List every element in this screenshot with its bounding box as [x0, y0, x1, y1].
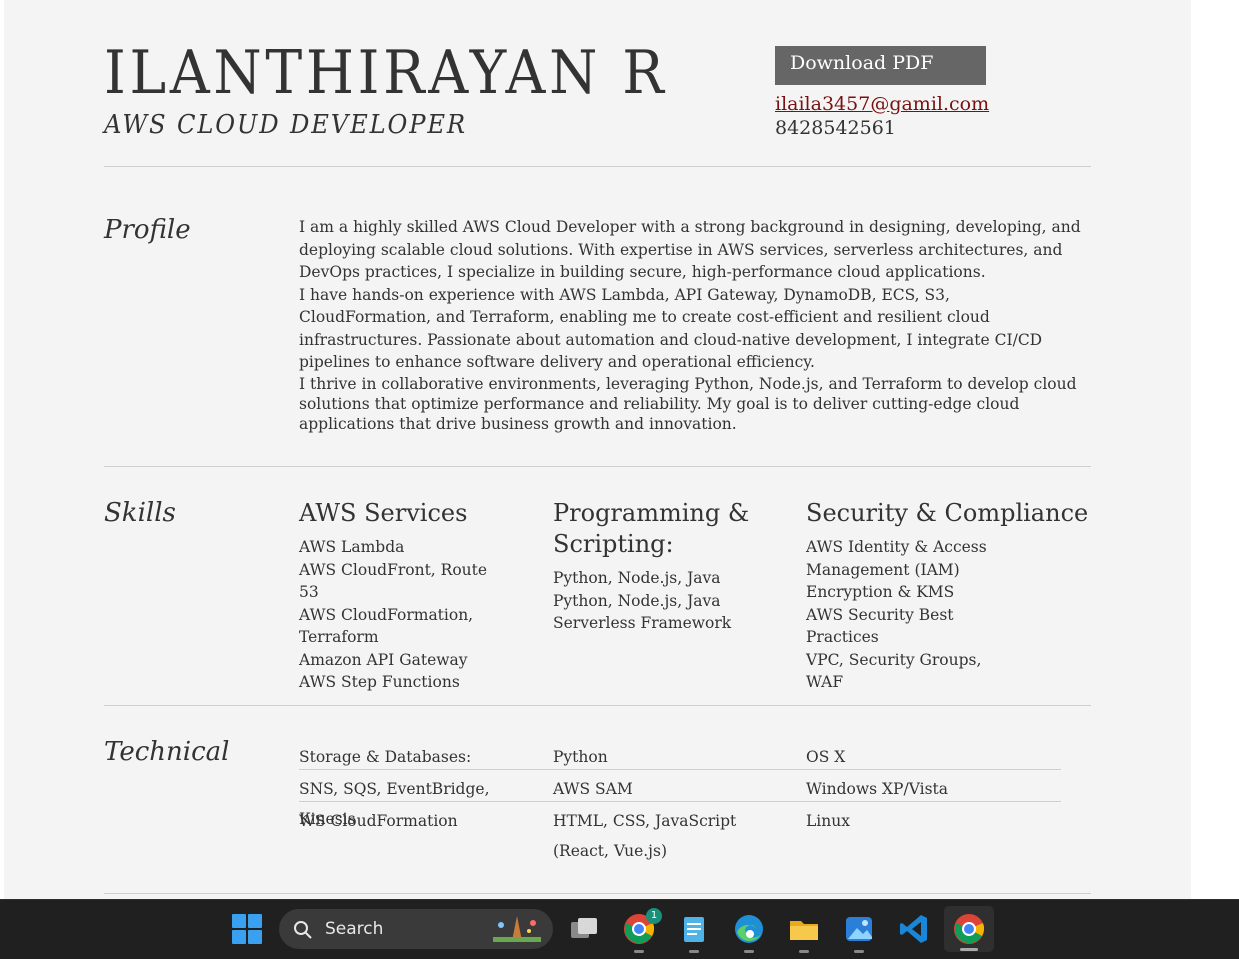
running-indicator	[799, 950, 809, 953]
profile-paragraph: I have hands-on experience with AWS Lamb…	[299, 285, 1043, 372]
table-row: SNS, SQS, EventBridge, Kinesis AWS SAM W…	[299, 770, 1061, 828]
skills-title: Skills	[104, 498, 176, 528]
skill-item: Python, Node.js, Java	[553, 569, 721, 587]
skill-list-programming: Python, Node.js, Java Python, Node.js, J…	[553, 567, 783, 635]
running-indicator	[634, 950, 644, 953]
phone-number: 8428542561	[775, 117, 896, 139]
profile-title: Profile	[104, 215, 191, 245]
file-explorer-icon[interactable]	[787, 912, 821, 953]
table-row: WS CloudFormation HTML, CSS, JavaScript …	[299, 802, 1061, 862]
candidate-name: ILANTHIRAYAN R	[104, 38, 668, 108]
skill-heading-security: Security & Compliance	[806, 499, 1089, 527]
chrome-icon[interactable]: 1	[622, 908, 662, 953]
skill-item: Amazon API Gateway	[299, 650, 468, 669]
running-indicator	[854, 950, 864, 953]
running-indicator	[744, 950, 754, 953]
divider	[104, 705, 1091, 706]
skill-item: AWS Identity & Access Management (IAM)	[806, 538, 987, 579]
edge-icon[interactable]	[732, 912, 766, 953]
resume-page: ILANTHIRAYAN R AWS CLOUD DEVELOPER Downl…	[4, 0, 1191, 899]
skill-item: Serverless Framework	[553, 614, 732, 632]
skill-heading-aws: AWS Services	[299, 499, 468, 527]
running-indicator	[689, 950, 699, 953]
email-link[interactable]: ilaila3457@gamil.com	[775, 93, 989, 115]
windows-start-icon[interactable]	[230, 912, 264, 946]
table-cell: Python	[553, 748, 608, 766]
skill-heading-programming: Programming & Scripting:	[553, 499, 750, 558]
table-cell: Linux	[806, 812, 850, 830]
skill-item: AWS Security Best Practices	[806, 605, 954, 647]
table-cell: AWS SAM	[553, 780, 633, 798]
table-cell: WS CloudFormation	[299, 812, 458, 830]
table-cell: Storage & Databases:	[299, 748, 472, 766]
technical-table: Storage & Databases: Python OS X SNS, SQ…	[299, 738, 1061, 862]
skill-list-security: AWS Identity & Access Management (IAM) E…	[806, 536, 1021, 694]
search-highlight-icon	[493, 916, 541, 942]
profile-paragraph: I am a highly skilled AWS Cloud Develope…	[299, 218, 1081, 281]
skill-item: AWS Step Functions	[299, 673, 460, 691]
divider	[104, 466, 1091, 467]
search-icon	[294, 921, 312, 939]
taskbar-search-box[interactable]: Search	[279, 909, 553, 949]
notification-badge: 1	[646, 908, 662, 924]
skill-item: AWS CloudFormation, Terraform	[299, 605, 474, 647]
divider	[104, 166, 1091, 167]
task-view-icon[interactable]	[567, 912, 601, 946]
active-indicator	[960, 948, 978, 951]
table-cell: OS X	[806, 748, 846, 766]
skill-item: Python, Node.js, Java	[553, 591, 721, 610]
profile-text: I am a highly skilled AWS Cloud Develope…	[299, 216, 1084, 434]
profile-paragraph: I thrive in collaborative environments, …	[299, 374, 1077, 433]
photos-icon[interactable]	[842, 912, 876, 953]
technical-title: Technical	[104, 737, 230, 767]
search-label: Search	[325, 919, 384, 939]
candidate-role: AWS CLOUD DEVELOPER	[104, 110, 467, 140]
skill-item: AWS CloudFront, Route 53	[299, 560, 488, 602]
table-cell: HTML, CSS, JavaScript (React, Vue.js)	[553, 812, 737, 860]
vscode-icon[interactable]	[897, 912, 931, 946]
download-pdf-button[interactable]: Download PDF	[775, 46, 986, 85]
table-cell: Windows XP/Vista	[806, 780, 948, 798]
skill-item: VPC, Security Groups, WAF	[806, 650, 982, 692]
skill-list-aws: AWS Lambda AWS CloudFront, Route 53 AWS …	[299, 536, 499, 694]
skill-item: Encryption & KMS	[806, 583, 955, 601]
chrome-active-icon[interactable]	[944, 906, 994, 952]
divider	[104, 893, 1091, 894]
table-row: Storage & Databases: Python OS X	[299, 738, 1061, 770]
skill-item: AWS Lambda	[299, 538, 405, 556]
notepad-icon[interactable]	[677, 912, 711, 953]
taskbar: Search 1	[0, 899, 1239, 959]
